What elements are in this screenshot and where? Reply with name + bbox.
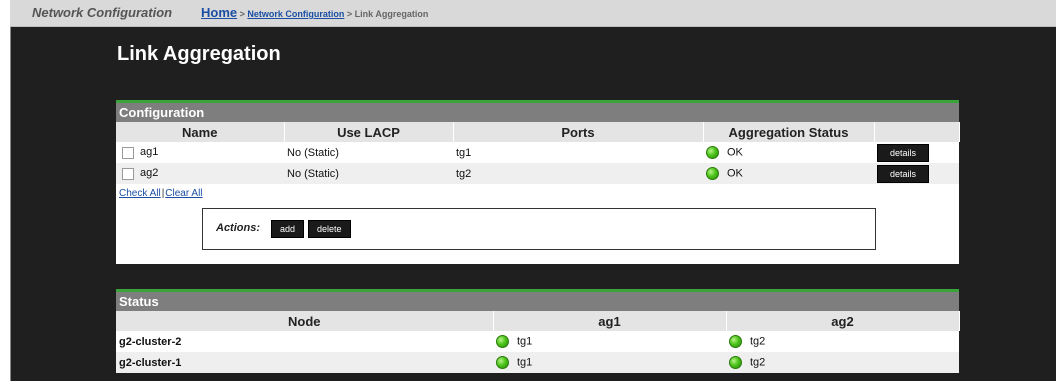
status-ok-icon (729, 356, 742, 369)
status-ok-icon (496, 356, 509, 369)
section-title: Network Configuration (32, 5, 173, 20)
content-area: Link Aggregation Configuration Name Use … (11, 27, 1056, 381)
table-row: ag2 No (Static) tg2 OK details (116, 163, 959, 184)
ag2-cell: tg2 (726, 352, 959, 373)
table-row: ag1 No (Static) tg1 OK details (116, 142, 959, 163)
breadcrumb-separator: > (344, 9, 355, 19)
configuration-panel-title: Configuration (116, 100, 959, 122)
row-checkbox[interactable] (122, 167, 134, 180)
name-cell: ag2 (116, 163, 284, 184)
breadcrumb-home-link[interactable]: Home (201, 5, 237, 20)
port-text: tg1 (517, 356, 533, 369)
node-cell: g2-cluster-2 (119, 335, 182, 348)
actions-area: Actions: add delete (116, 208, 959, 264)
lacp-cell: No (Static) (284, 163, 453, 184)
aggregation-status-cell: OK (703, 142, 874, 163)
status-panel: Status Node ag1 ag2 g2-cluster-2 tg1 tg2… (116, 289, 960, 373)
details-cell: details (874, 163, 959, 184)
node-cell: g2-cluster-1 (116, 352, 493, 373)
name-cell: ag1 (116, 142, 284, 163)
column-header-ag1: ag1 (493, 311, 727, 331)
status-text: OK (727, 167, 743, 180)
add-button[interactable]: add (271, 220, 305, 238)
status-ok-icon (706, 167, 719, 180)
ports-cell: tg2 (453, 163, 703, 184)
page-title: Link Aggregation (117, 43, 281, 65)
aggregation-name: ag1 (140, 146, 159, 159)
configuration-table: Name Use LACP Ports Aggregation Status a… (116, 122, 960, 184)
row-checkbox[interactable] (122, 146, 134, 159)
check-all-link[interactable]: Check All (119, 188, 161, 199)
details-button[interactable]: details (877, 164, 929, 183)
details-button[interactable]: details (877, 143, 929, 162)
status-text: OK (727, 146, 743, 159)
breadcrumb: Home > Network Configuration > Link Aggr… (201, 5, 428, 20)
status-table-header: Node ag1 ag2 (116, 311, 960, 331)
clear-all-link[interactable]: Clear All (165, 188, 202, 199)
ag1-cell: tg1 (493, 352, 726, 373)
column-header-aggregation-status[interactable]: Aggregation Status (703, 122, 875, 142)
link-separator: | (161, 188, 165, 199)
configuration-panel: Configuration Name Use LACP Ports Aggreg… (116, 100, 960, 264)
configuration-table-header: Name Use LACP Ports Aggregation Status (116, 122, 960, 142)
status-table: Node ag1 ag2 g2-cluster-2 tg1 tg2 g2-clu… (116, 311, 960, 373)
column-header-ports[interactable]: Ports (453, 122, 704, 142)
aggregation-name: ag2 (140, 167, 159, 180)
details-cell: details (874, 142, 959, 163)
breadcrumb-separator: > (237, 9, 248, 19)
column-header-ag2: ag2 (726, 311, 960, 331)
ag1-cell: tg1 (493, 331, 726, 352)
port-text: tg2 (750, 335, 766, 348)
status-panel-title: Status (116, 289, 959, 311)
aggregation-status-cell: OK (703, 163, 874, 184)
left-frame-edge (0, 0, 11, 381)
ports-cell: tg1 (456, 146, 472, 159)
column-header-node: Node (116, 311, 494, 331)
actions-box: Actions: add delete (202, 208, 876, 250)
table-row: g2-cluster-2 tg1 tg2 (116, 331, 959, 352)
delete-button[interactable]: delete (308, 220, 351, 238)
status-ok-icon (496, 335, 509, 348)
status-ok-icon (729, 335, 742, 348)
port-text: tg1 (517, 335, 533, 348)
column-header-use-lacp[interactable]: Use LACP (284, 122, 454, 142)
actions-label: Actions: (216, 222, 260, 234)
status-ok-icon (706, 146, 719, 159)
breadcrumb-current: Link Aggregation (354, 9, 429, 19)
table-row: g2-cluster-1 tg1 tg2 (116, 352, 959, 373)
selection-links: Check All|Clear All (116, 184, 959, 203)
column-header-name[interactable]: Name (116, 122, 285, 142)
column-header-actions (874, 122, 960, 142)
lacp-cell: No (Static) (287, 146, 339, 159)
header-bar: Network Configuration Home > Network Con… (10, 0, 1056, 27)
breadcrumb-network-configuration-link[interactable]: Network Configuration (247, 9, 344, 19)
ag2-cell: tg2 (726, 331, 959, 352)
port-text: tg2 (750, 356, 766, 369)
